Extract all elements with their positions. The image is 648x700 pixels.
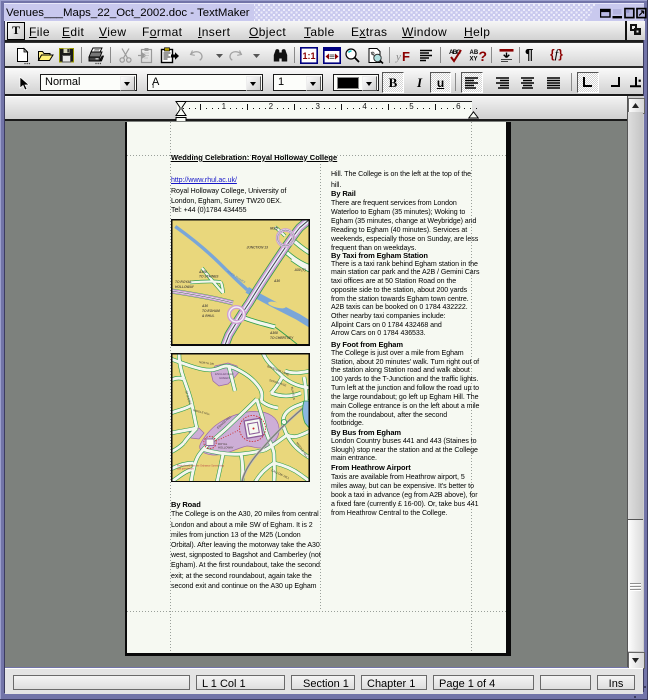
svg-text:TO ROYAL: TO ROYAL	[175, 280, 192, 284]
svg-text:1:1: 1:1	[302, 51, 315, 61]
svg-text:y: y	[395, 51, 401, 63]
svg-text:A308: A308	[269, 331, 278, 335]
svg-text:TO CHERTSEY: TO CHERTSEY	[270, 336, 294, 340]
svg-text:AB: AB	[470, 50, 479, 56]
svg-text:?: ?	[479, 48, 488, 64]
svg-text:JUNCTION 13: JUNCTION 13	[247, 246, 269, 250]
svg-text:A30: A30	[273, 279, 280, 283]
svg-text:GREEN: GREEN	[219, 376, 230, 380]
svg-text:XY: XY	[470, 57, 478, 63]
svg-text:& RHUL: & RHUL	[202, 314, 214, 318]
svg-text:TO STAINES: TO STAINES	[199, 275, 219, 279]
svg-text:A30 (T): A30 (T)	[294, 268, 306, 272]
svg-text:with permission: with permission	[177, 467, 194, 470]
svg-text:F: F	[402, 49, 410, 64]
svg-text:A30: A30	[201, 304, 208, 308]
svg-text:A308: A308	[198, 270, 207, 274]
svg-text:M25: M25	[270, 226, 279, 231]
svg-text:HOLLOWAY: HOLLOWAY	[175, 285, 195, 289]
svg-text:HOLLOWAY: HOLLOWAY	[218, 445, 234, 449]
svg-text:TO EGHAM: TO EGHAM	[202, 309, 220, 313]
